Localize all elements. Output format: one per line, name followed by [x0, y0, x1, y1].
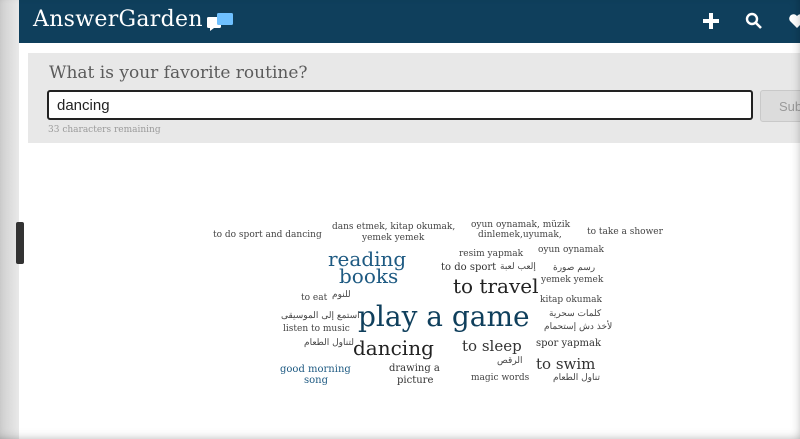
- cloud-word[interactable]: إلعب لعبة: [500, 263, 536, 272]
- cloud-word[interactable]: to swim: [536, 357, 595, 372]
- cloud-word[interactable]: to travel: [453, 276, 539, 296]
- cloud-word[interactable]: dinlemek,uyumak,: [478, 231, 562, 240]
- cloud-word[interactable]: استمع إلى الموسيقى: [281, 312, 360, 321]
- cloud-word[interactable]: yemek yemek: [541, 276, 603, 285]
- cloud-word[interactable]: رسم صورة: [553, 264, 595, 273]
- cloud-word[interactable]: كلمات سحرية: [549, 310, 601, 319]
- cloud-word[interactable]: للنوم: [332, 291, 351, 300]
- answergarden-page: AnswerGarden What is your favorite routi…: [0, 0, 800, 439]
- cloud-word[interactable]: resim yapmak: [459, 250, 523, 259]
- cloud-word[interactable]: to take a shower: [587, 228, 663, 237]
- cloud-word[interactable]: kitap okumak: [540, 296, 602, 305]
- cloud-word[interactable]: to do sport: [441, 263, 496, 273]
- cloud-word[interactable]: الرقص: [497, 357, 523, 366]
- cloud-word[interactable]: dancing: [353, 338, 434, 358]
- cloud-word[interactable]: تناول الطعام: [553, 374, 600, 383]
- cloud-word[interactable]: dans etmek, kitap okumak,: [332, 223, 455, 232]
- word-cloud: to do sport and dancing dans etmek, kita…: [0, 0, 800, 439]
- cloud-word[interactable]: magic words: [471, 374, 529, 383]
- cloud-word[interactable]: to eat: [301, 294, 327, 303]
- cloud-word[interactable]: books: [339, 266, 398, 286]
- cloud-word[interactable]: لتناول الطعام: [304, 339, 354, 348]
- cloud-word[interactable]: oyun oynamak: [538, 246, 604, 255]
- cloud-word[interactable]: listen to music: [283, 325, 350, 334]
- cloud-word[interactable]: picture: [397, 376, 433, 386]
- cloud-word[interactable]: لأخذ دش إستحمام: [544, 323, 612, 332]
- cloud-word[interactable]: play a game: [358, 303, 530, 331]
- cloud-word[interactable]: spor yapmak: [536, 339, 601, 349]
- cloud-word[interactable]: to sleep: [462, 339, 522, 354]
- cloud-word[interactable]: yemek yemek: [362, 234, 424, 243]
- cloud-word[interactable]: to do sport and dancing: [213, 231, 322, 240]
- cloud-word[interactable]: drawing a: [389, 364, 440, 374]
- cloud-word[interactable]: good morning: [280, 365, 351, 375]
- cloud-word[interactable]: song: [304, 376, 328, 386]
- cloud-word[interactable]: oyun oynamak, müzik: [471, 221, 570, 230]
